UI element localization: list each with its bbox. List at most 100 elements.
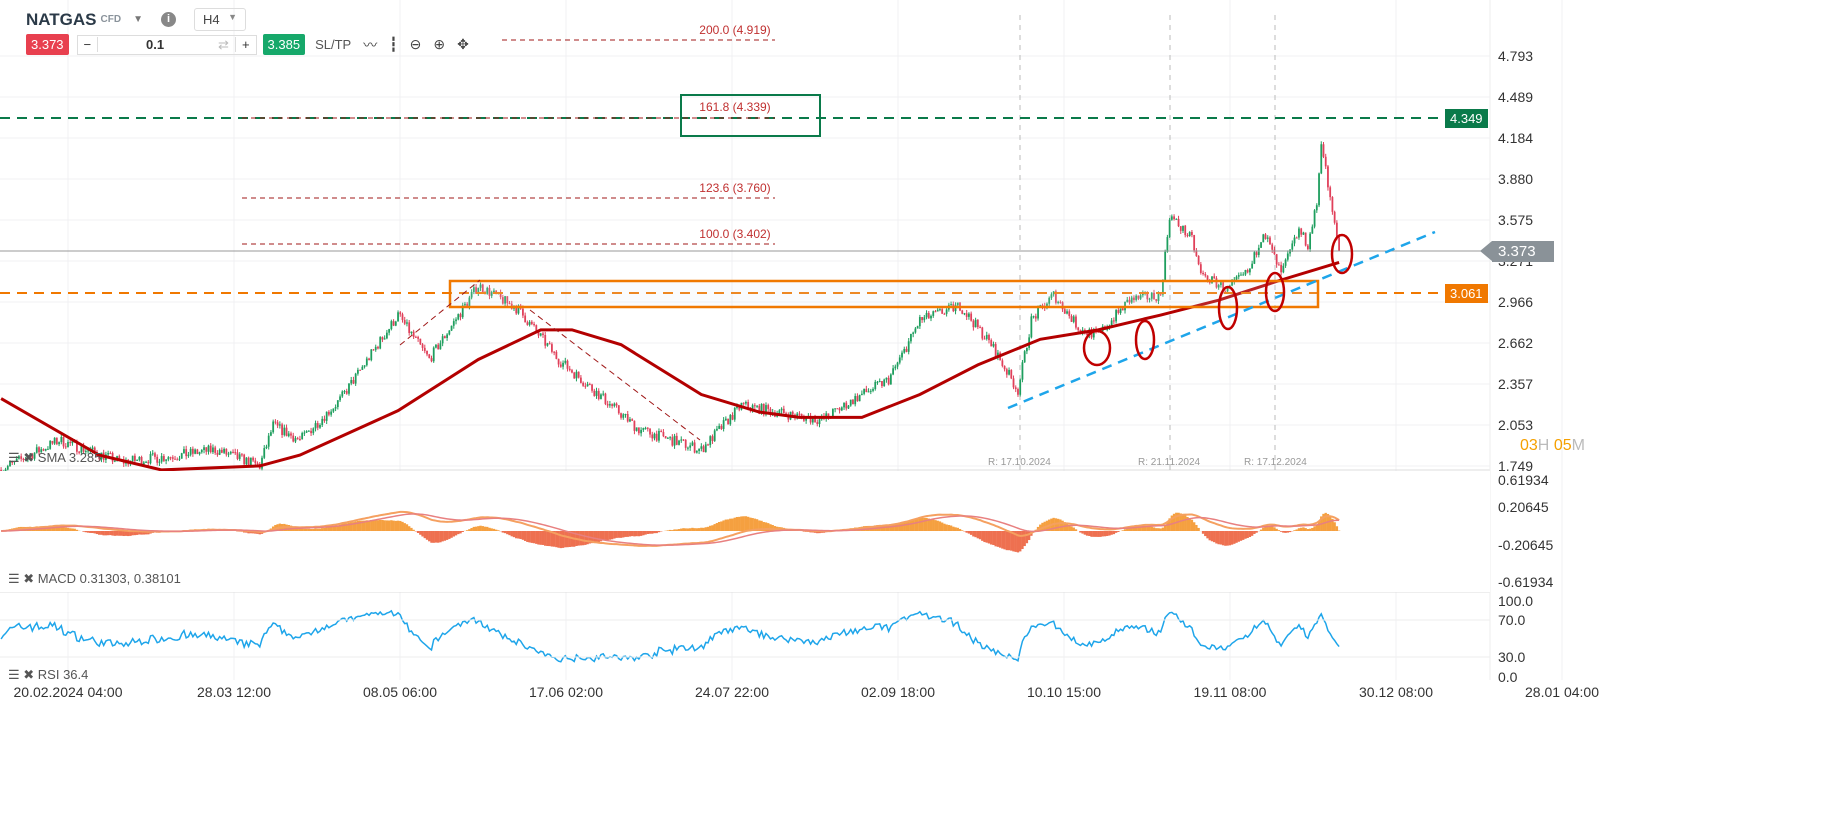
candle-body <box>881 381 883 387</box>
zoom-out-icon[interactable]: ⊖ <box>410 36 422 53</box>
candle-body <box>1204 274 1207 276</box>
candle-body <box>687 447 689 449</box>
candle-body <box>635 427 638 431</box>
candle-body <box>660 430 663 432</box>
macd-histogram-bar <box>432 531 435 543</box>
rollover-label: R: 17.12.2024 <box>1244 457 1307 468</box>
decrease-button[interactable]: − <box>78 37 99 52</box>
macd-histogram-bar <box>731 518 734 531</box>
move-icon[interactable]: ✥ <box>457 36 469 53</box>
candle-body <box>671 437 674 446</box>
candle-body <box>575 371 578 379</box>
macd-histogram-bar <box>106 531 110 536</box>
macd-histogram-bar <box>118 531 121 536</box>
macd-histogram-bar <box>530 531 534 543</box>
candle-body <box>236 452 239 459</box>
swap-icon[interactable]: ⇄ <box>212 37 235 53</box>
rsi-indicator-label[interactable]: ☰ ✖ RSI 36.4 <box>8 667 88 683</box>
time-axis-label: 17.06 02:00 <box>529 684 603 700</box>
line-chart-icon[interactable]: 〰 <box>363 35 377 55</box>
macd-histogram-bar <box>396 520 400 531</box>
candle-body <box>892 368 894 375</box>
candle-body <box>1284 259 1287 266</box>
volume-stepper[interactable]: − 0.1 ⇄ + <box>76 34 257 55</box>
macd-histogram-bar <box>1010 531 1013 551</box>
macd-histogram-bar <box>370 519 373 531</box>
candle-body <box>878 381 881 383</box>
candle-body <box>332 408 335 412</box>
macd-histogram-bar <box>724 519 728 531</box>
macd-histogram-bar <box>1277 530 1281 531</box>
info-icon[interactable]: i <box>160 12 176 27</box>
candle-body <box>379 337 382 349</box>
macd-histogram-bar <box>1282 531 1285 533</box>
macd-histogram-bar <box>1155 528 1158 531</box>
candle-body <box>439 343 442 350</box>
candle-body <box>651 434 654 439</box>
candle-body <box>1289 249 1291 254</box>
macd-indicator-label[interactable]: ☰ ✖ MACD 0.31303, 0.38101 <box>8 571 181 587</box>
price-axis-label: 2.053 <box>1498 417 1534 433</box>
fib-label: 100.0 (3.402) <box>699 227 770 241</box>
macd-histogram-bar <box>742 516 745 531</box>
price-axis-label: 4.184 <box>1498 130 1534 146</box>
macd-histogram-bar <box>1297 528 1301 531</box>
macd-histogram-bar <box>323 527 326 531</box>
macd-histogram-bar <box>916 518 919 531</box>
candle-body <box>245 457 248 465</box>
macd-histogram-bar <box>675 529 678 531</box>
macd-histogram-bar <box>532 531 536 544</box>
candle-body <box>252 457 254 461</box>
macd-histogram-bar <box>1246 531 1249 538</box>
macd-histogram-bar <box>1123 529 1127 531</box>
macd-histogram-bar <box>934 520 937 531</box>
candle-body <box>595 390 598 396</box>
candle-body <box>278 424 281 426</box>
volume-input[interactable]: 0.1 <box>98 37 212 52</box>
macd-histogram-bar <box>595 531 598 543</box>
candle-body <box>1066 311 1068 314</box>
candles-icon[interactable]: ┇ <box>389 36 397 53</box>
macd-histogram-bar <box>974 531 977 538</box>
timeframe-select[interactable]: H4 ▼ <box>193 8 246 31</box>
candle-body <box>107 453 110 455</box>
chart-canvas[interactable]: 200.0 (4.919) 123.6 (3.760) 100.0 (3.402) 1… <box>0 0 1846 832</box>
candle-body <box>961 310 964 314</box>
macd-histogram-bar <box>454 531 458 536</box>
candle-body <box>780 408 783 411</box>
sma-indicator-label[interactable]: ☰ ✖ SMA 3.285 <box>8 450 101 466</box>
macd-histogram-bar <box>923 517 926 531</box>
candle-body <box>885 377 888 380</box>
buy-button[interactable]: 3.385 <box>262 34 306 55</box>
macd-histogram-bar <box>943 523 946 531</box>
macd-histogram-bar <box>1021 531 1024 550</box>
macd-histogram-bar <box>1335 526 1339 531</box>
candle-body <box>432 347 435 362</box>
sltp-button[interactable]: SL/TP <box>315 37 351 52</box>
macd-histogram-bar <box>559 531 563 549</box>
macd-histogram-bar <box>677 529 681 531</box>
macd-histogram-bar <box>720 521 723 531</box>
candle-body <box>731 414 734 420</box>
candle-body <box>256 463 259 465</box>
candle-body <box>1291 243 1294 250</box>
candle-body <box>1327 166 1329 188</box>
candle-body <box>1070 316 1073 322</box>
candle-body <box>443 336 446 338</box>
symbol-dropdown-icon[interactable]: ▼ <box>133 14 143 25</box>
candle-body <box>539 333 542 336</box>
sell-button[interactable]: 3.373 <box>26 34 69 55</box>
macd-histogram-bar <box>684 528 687 531</box>
symbol-header[interactable]: NATGAS CFD ▼ i H4 ▼ <box>26 8 246 31</box>
zoom-in-icon[interactable]: ⊕ <box>433 36 445 53</box>
candle-body <box>970 313 973 321</box>
candle-body <box>680 439 683 441</box>
macd-histogram-bar <box>403 523 406 531</box>
increase-button[interactable]: + <box>234 37 256 52</box>
candle-body <box>669 437 671 439</box>
macd-histogram-bar <box>93 531 96 534</box>
candle-body <box>887 377 890 385</box>
candle-body <box>869 390 872 392</box>
candle-body <box>399 312 402 315</box>
macd-histogram-bar <box>1271 526 1274 531</box>
